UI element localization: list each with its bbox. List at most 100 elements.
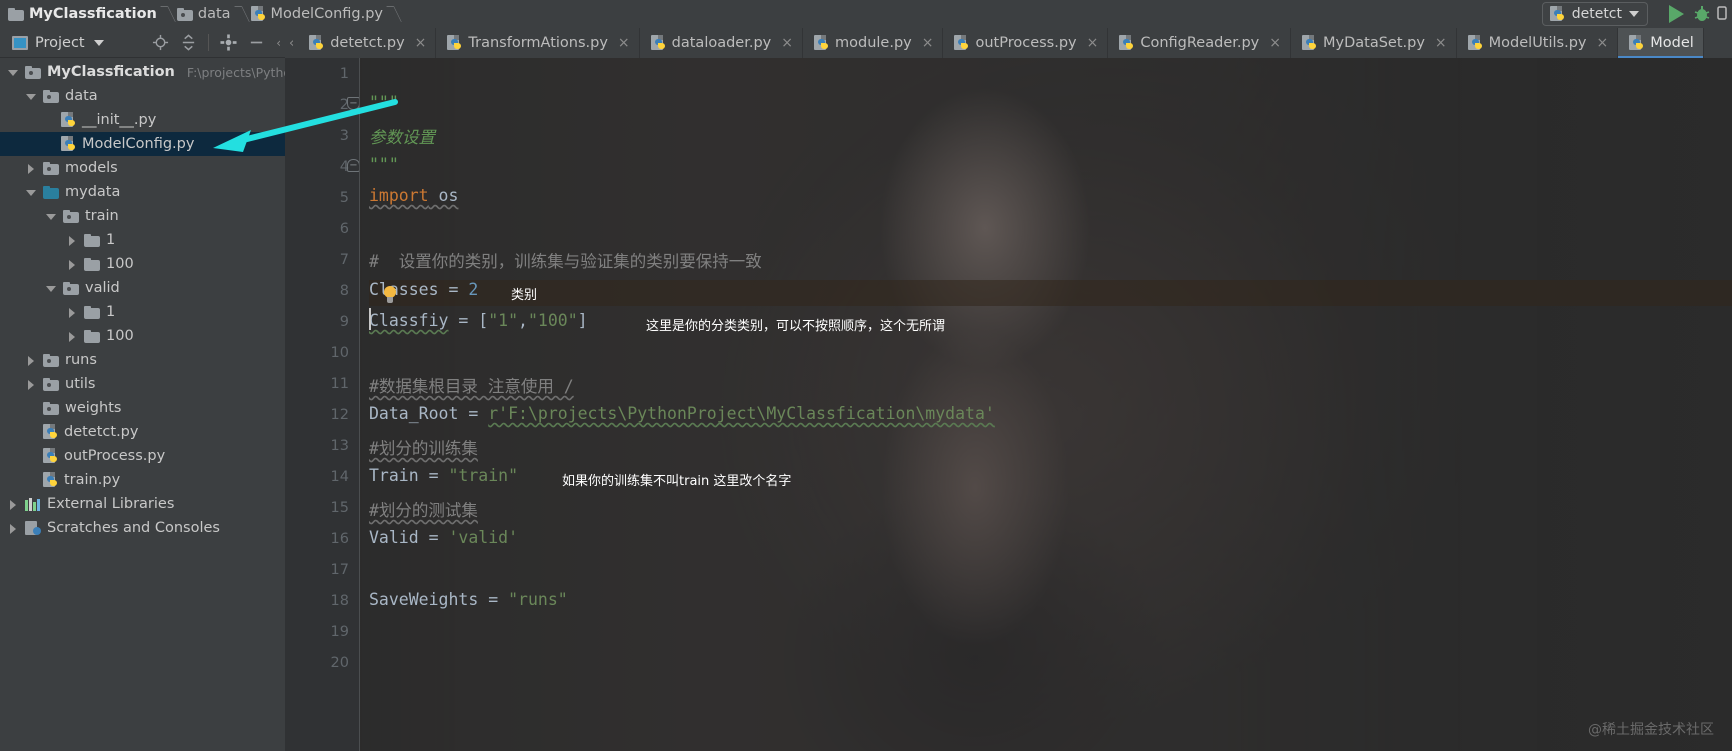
tree-node-mydata[interactable]: mydata xyxy=(0,180,285,204)
close-icon[interactable]: × xyxy=(781,35,793,51)
close-icon[interactable]: × xyxy=(1435,35,1447,51)
close-icon[interactable]: × xyxy=(922,35,934,51)
tree-node-train-100[interactable]: 100 xyxy=(0,252,285,276)
folder-icon xyxy=(84,233,100,247)
chevron-right-icon[interactable] xyxy=(26,163,37,174)
locate-icon[interactable] xyxy=(152,34,169,51)
tab-module-py[interactable]: module.py × xyxy=(803,28,944,58)
tree-node-weights[interactable]: weights xyxy=(0,396,285,420)
tree-node-label: train xyxy=(85,208,119,224)
python-file-icon xyxy=(43,472,58,488)
chevron-right-icon[interactable] xyxy=(67,307,78,318)
code-token-valid-name: Valid xyxy=(369,528,419,547)
more-options-icon[interactable] xyxy=(1714,4,1730,24)
overflow-icon[interactable]: ‹ xyxy=(276,36,281,50)
tree-node-train[interactable]: train xyxy=(0,204,285,228)
line-number: 14 xyxy=(330,469,349,485)
breadcrumb-separator-icon xyxy=(163,0,173,28)
editor-gutter[interactable]: 1 2 3 4 5 6 7 8 9 10 11 12 13 14 15 16 1… xyxy=(285,58,360,751)
intention-bulb-icon[interactable] xyxy=(382,286,398,305)
line-number: 1 xyxy=(339,66,349,82)
code-token-import-keyword: import xyxy=(369,186,429,205)
chevron-right-icon[interactable] xyxy=(26,355,37,366)
tree-node-label: __init__.py xyxy=(82,112,157,128)
collapse-all-icon[interactable] xyxy=(180,34,197,51)
tree-node-valid-1[interactable]: 1 xyxy=(0,300,285,324)
close-icon[interactable]: × xyxy=(415,35,427,51)
close-icon[interactable]: × xyxy=(1597,35,1609,51)
tab-transformations-py[interactable]: TransformAtions.py × xyxy=(436,28,640,58)
code-token-operator: = xyxy=(418,466,449,485)
tree-node-external-libraries[interactable]: External Libraries xyxy=(0,492,285,516)
tree-node-train-1[interactable]: 1 xyxy=(0,228,285,252)
text-caret xyxy=(369,308,371,330)
project-tree[interactable]: MyClassfication F:\projects\PythonProjec… xyxy=(0,58,285,751)
tab-modelutils-py[interactable]: ModelUtils.py × xyxy=(1457,28,1619,58)
chevron-down-icon[interactable] xyxy=(46,211,57,222)
python-file-icon xyxy=(954,35,969,51)
annotation-train: 如果你的训练集不叫train 这里改个名字 xyxy=(562,474,792,489)
tree-node-myclassfication[interactable]: MyClassfication F:\projects\PythonProjec… xyxy=(0,60,285,84)
breadcrumb-item-project[interactable]: MyClassfication xyxy=(4,0,163,28)
breadcrumb: MyClassfication data ModelConfig.py xyxy=(0,0,399,28)
code-token-operator: = xyxy=(418,528,449,547)
chevron-down-icon[interactable] xyxy=(46,283,57,294)
tree-node-label: valid xyxy=(85,280,120,296)
tree-node-label: 100 xyxy=(106,328,134,344)
hide-icon[interactable] xyxy=(248,34,265,51)
tree-node-train-py[interactable]: train.py xyxy=(0,468,285,492)
chevron-down-icon[interactable] xyxy=(93,39,104,46)
tabs-scroll-left-icon[interactable]: ‹ xyxy=(285,36,298,51)
code-editor[interactable]: 1 2 3 4 5 6 7 8 9 10 11 12 13 14 15 16 1… xyxy=(285,58,1732,751)
run-icon[interactable] xyxy=(1669,5,1684,23)
tab-configreader-py[interactable]: ConfigReader.py × xyxy=(1108,28,1291,58)
chevron-right-icon[interactable] xyxy=(67,235,78,246)
chevron-right-icon[interactable] xyxy=(26,379,37,390)
breadcrumb-item-file[interactable]: ModelConfig.py xyxy=(247,0,389,28)
breadcrumb-item-data[interactable]: data xyxy=(173,0,237,28)
tab-detetct-py[interactable]: detetct.py × xyxy=(298,28,437,58)
tab-label: detetct.py xyxy=(330,35,405,51)
project-tool-window-title[interactable]: Project xyxy=(35,35,85,51)
line-number: 12 xyxy=(330,407,349,423)
chevron-down-icon[interactable] xyxy=(8,67,19,78)
annotation-classes: 类别 xyxy=(511,288,538,303)
tree-node-label: 100 xyxy=(106,256,134,272)
tree-node-outprocess-py[interactable]: outProcess.py xyxy=(0,444,285,468)
tree-node-runs[interactable]: runs xyxy=(0,348,285,372)
folder-icon xyxy=(84,329,100,343)
code-token-dataroot-name: Data_Root xyxy=(369,404,459,423)
annotation-classfiy: 这里是你的分类类别，可以不按照顺序，这个无所谓 xyxy=(646,319,946,334)
tree-node-valid-100[interactable]: 100 xyxy=(0,324,285,348)
close-icon[interactable]: × xyxy=(618,35,630,51)
tab-mydataset-py[interactable]: MyDataSet.py × xyxy=(1291,28,1457,58)
tree-node-scratches-and-consoles[interactable]: Scratches and Consoles xyxy=(0,516,285,540)
close-icon[interactable]: × xyxy=(1269,35,1281,51)
tree-node-label: External Libraries xyxy=(47,496,175,512)
tree-node-label: runs xyxy=(65,352,97,368)
tab-modelconfig-py[interactable]: Model xyxy=(1618,28,1704,58)
chevron-right-icon[interactable] xyxy=(8,523,19,534)
project-icon xyxy=(12,35,28,50)
chevron-down-icon[interactable] xyxy=(26,187,37,198)
tree-node-utils[interactable]: utils xyxy=(0,372,285,396)
chevron-right-icon[interactable] xyxy=(67,259,78,270)
editor-tabs: ‹ detetct.py × TransformAtions.py × data… xyxy=(285,28,1732,58)
python-file-icon xyxy=(250,6,266,22)
debug-icon[interactable] xyxy=(1692,4,1712,24)
code-content[interactable]: """ 参数设置 """ import os # 设置你的类别，训练集与验证集的… xyxy=(369,58,1732,751)
code-comment-line11: #数据集根目录 注意使用 / xyxy=(369,377,574,396)
tab-outprocess-py[interactable]: outProcess.py × xyxy=(943,28,1109,58)
tab-dataloader-py[interactable]: dataloader.py × xyxy=(640,28,803,58)
chevron-down-icon[interactable] xyxy=(26,91,37,102)
run-configuration-selector[interactable]: detetct xyxy=(1541,2,1648,26)
toolbar-divider xyxy=(208,34,210,51)
code-token-dataroot-value: r'F:\projects\PythonProject\MyClassficat… xyxy=(488,404,995,423)
tree-node-detetct-py[interactable]: detetct.py xyxy=(0,420,285,444)
gear-icon[interactable] xyxy=(220,34,237,51)
tree-node-valid[interactable]: valid xyxy=(0,276,285,300)
chevron-right-icon[interactable] xyxy=(67,331,78,342)
chevron-down-icon[interactable] xyxy=(1629,11,1639,17)
close-icon[interactable]: × xyxy=(1087,35,1099,51)
chevron-right-icon[interactable] xyxy=(8,499,19,510)
